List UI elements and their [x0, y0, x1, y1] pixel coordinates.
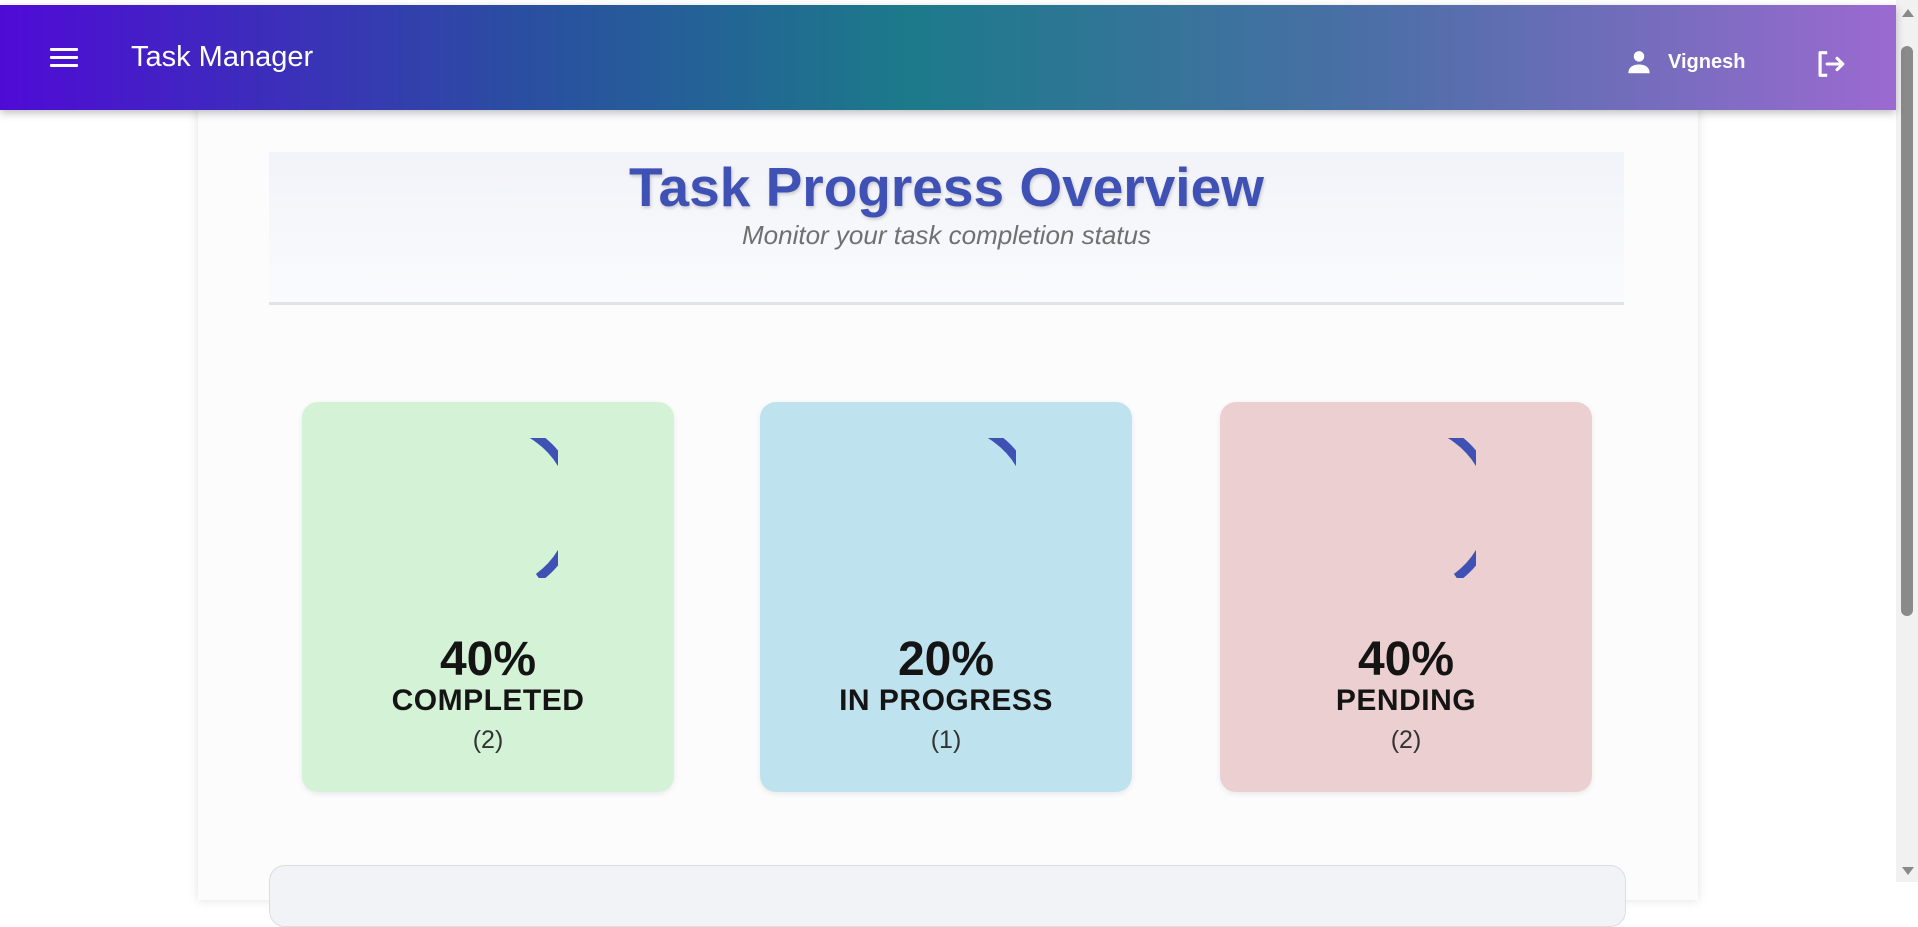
person-icon — [1628, 51, 1650, 74]
main-card: Task Progress Overview Monitor your task… — [198, 100, 1698, 927]
completed-card: 40% COMPLETED (2) — [302, 402, 674, 792]
app-bar: Task Manager Vignesh — [0, 5, 1896, 110]
next-section — [269, 865, 1626, 927]
completed-percent: 40% — [439, 633, 537, 686]
scroll-up-arrow-icon[interactable] — [1902, 9, 1914, 17]
pending-progress-ring — [1447, 438, 1476, 578]
pending-percent: 40% — [1357, 633, 1455, 686]
in-progress-card: 20% IN PROGRESS (1) — [760, 402, 1132, 792]
in-progress-percent: 20% — [897, 633, 995, 686]
completed-progress-arc — [529, 438, 558, 578]
page-subtitle: Monitor your task completion status — [742, 220, 1151, 250]
scroll-down-arrow-icon[interactable] — [1902, 867, 1914, 875]
user-name: Vignesh — [1668, 50, 1746, 73]
in-progress-count: (1) — [930, 726, 962, 754]
pending-progress-arc — [1447, 438, 1476, 578]
overview-header: Task Progress Overview Monitor your task… — [269, 152, 1624, 305]
completed-count: (2) — [472, 726, 504, 754]
vertical-scrollbar[interactable] — [1896, 0, 1918, 882]
pending-label: PENDING — [1335, 684, 1477, 717]
page-title: Task Progress Overview — [629, 156, 1264, 218]
app-title: Task Manager — [131, 41, 314, 73]
in-progress-progress-ring — [987, 438, 1016, 467]
in-progress-progress-arc — [987, 438, 1016, 467]
completed-label: COMPLETED — [391, 684, 585, 717]
in-progress-label: IN PROGRESS — [839, 684, 1053, 717]
user-menu[interactable]: Vignesh — [1624, 47, 1745, 77]
pending-card: 40% PENDING (2) — [1220, 402, 1592, 792]
pending-count: (2) — [1390, 726, 1422, 754]
logout-button[interactable] — [1813, 47, 1847, 81]
menu-icon[interactable] — [44, 39, 84, 75]
scroll-thumb[interactable] — [1901, 46, 1913, 616]
completed-progress-ring — [529, 438, 558, 578]
logout-icon — [1818, 51, 1845, 77]
